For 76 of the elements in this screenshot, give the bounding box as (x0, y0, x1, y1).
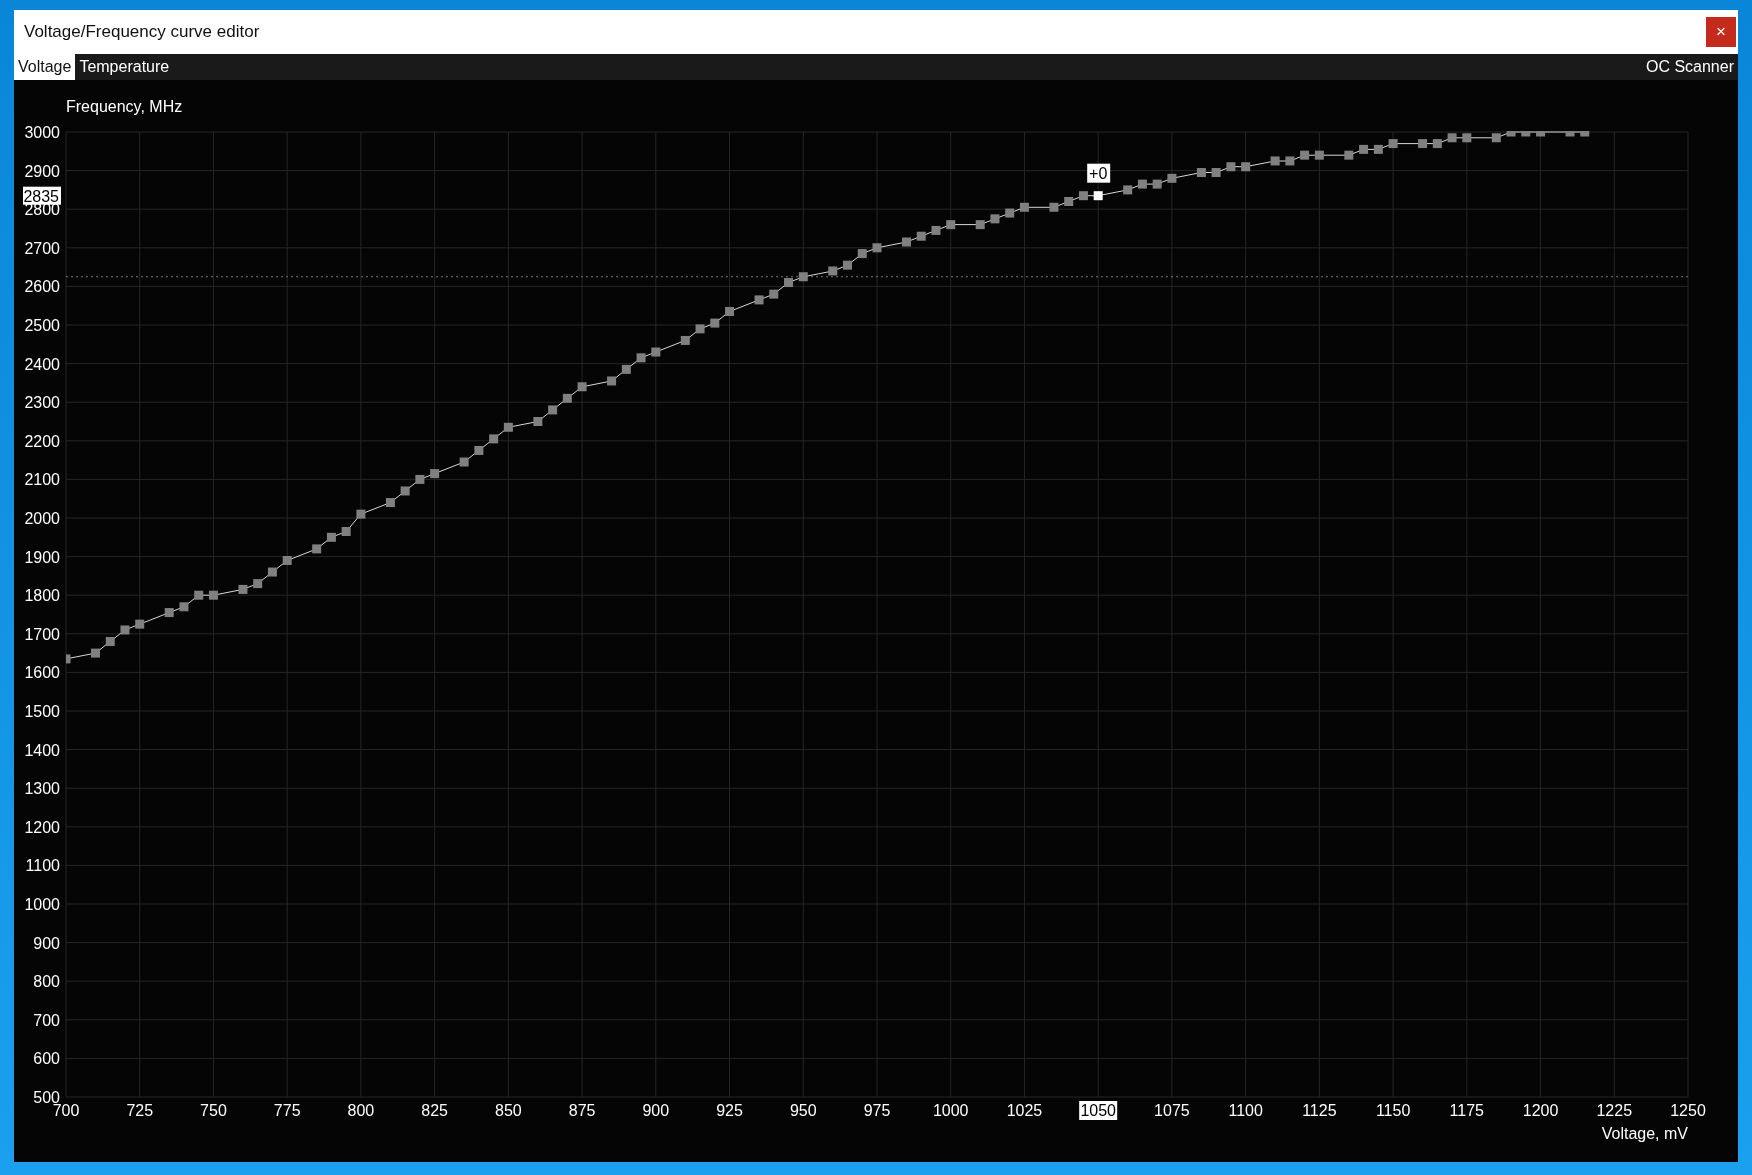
y-tick-label: 700 (33, 1011, 60, 1029)
y-tick-label: 1000 (24, 896, 60, 913)
x-tick-label: 1025 (1006, 1102, 1043, 1119)
x-tick-label: 1000 (932, 1102, 969, 1119)
window-title: Voltage/Frequency curve editor (24, 22, 260, 42)
y-tick-label: 1400 (24, 741, 60, 759)
x-tick-label: 800 (347, 1102, 375, 1119)
curve-point[interactable] (607, 376, 617, 386)
y-tick-label: 2600 (24, 278, 60, 296)
x-tick-label: 850 (495, 1102, 522, 1119)
x-tick-label: 1200 (1522, 1102, 1559, 1119)
x-tick-label: 725 (126, 1102, 154, 1119)
curve-point[interactable] (1432, 139, 1442, 149)
tab[interactable]: Voltage (14, 54, 76, 80)
y-tick-label: 800 (33, 973, 60, 991)
curve-point[interactable] (784, 278, 794, 288)
curve-point[interactable] (1536, 131, 1546, 137)
curve-point[interactable] (1196, 168, 1206, 178)
voltage-readout: 1050 (1079, 1101, 1118, 1120)
y-tick-label: 1600 (24, 664, 60, 682)
curve-point[interactable] (931, 225, 941, 235)
x-tick-label: 1225 (1596, 1102, 1633, 1119)
y-tick-label: 600 (33, 1050, 60, 1068)
close-button[interactable]: × (1706, 17, 1736, 47)
y-tick-label: 2500 (24, 317, 60, 334)
x-tick-label: 775 (273, 1102, 301, 1119)
x-tick-label: 825 (421, 1102, 448, 1119)
x-tick-label: 750 (200, 1102, 227, 1119)
y-tick-label: 1200 (24, 818, 60, 836)
y-tick-label: 3000 (24, 124, 60, 141)
curve-point[interactable] (164, 608, 174, 618)
y-tick-label: 1100 (25, 857, 60, 875)
y-tick-label: 1700 (24, 625, 60, 643)
y-tick-label: 1300 (24, 780, 60, 798)
curve-point[interactable] (385, 498, 395, 508)
y-tick-label: 1500 (24, 703, 60, 720)
x-axis-title: Voltage, mV (1601, 1125, 1688, 1142)
curve-point[interactable] (680, 335, 690, 345)
curve-point[interactable] (1418, 139, 1428, 149)
curve-point[interactable] (238, 584, 248, 594)
curve-point[interactable] (1093, 191, 1103, 201)
x-tick-label: 975 (863, 1102, 891, 1119)
curve-point[interactable] (1137, 179, 1147, 189)
curve-point[interactable] (208, 590, 218, 600)
x-tick-label: 900 (642, 1102, 670, 1119)
x-tick-label: 1250 (1670, 1102, 1706, 1119)
y-tick-label: 2700 (24, 239, 60, 257)
curve-point[interactable] (1019, 202, 1029, 212)
y-tick-label: 1900 (24, 548, 60, 566)
y-tick-label: 2900 (24, 162, 60, 180)
curve-point[interactable] (474, 445, 484, 455)
x-tick-label: 875 (568, 1102, 596, 1119)
x-tick-label: 1100 (1228, 1102, 1263, 1119)
y-tick-label: 2100 (24, 471, 60, 489)
x-tick-label: 925 (716, 1102, 743, 1119)
curve-point[interactable] (282, 555, 292, 565)
y-tick-label: 2000 (24, 510, 60, 527)
curve-point[interactable] (1078, 191, 1088, 201)
curve-point[interactable] (326, 532, 336, 542)
y-axis-title: Frequency, MHz (66, 98, 183, 115)
y-tick-label: 900 (33, 934, 60, 952)
x-tick-label: 1150 (1375, 1102, 1411, 1119)
curve-point[interactable] (267, 567, 277, 577)
y-tick-label: 1800 (24, 587, 60, 605)
curve-point[interactable] (1211, 168, 1221, 178)
x-tick-label: 1175 (1449, 1102, 1484, 1119)
curve-point[interactable] (725, 307, 735, 316)
x-tick-label: 1075 (1154, 1102, 1190, 1119)
offset-label: +0 (1087, 163, 1111, 183)
x-tick-label: 1125 (1302, 1102, 1337, 1119)
x-tick-label: 950 (789, 1102, 817, 1119)
y-tick-label: 2400 (24, 355, 60, 373)
y-tick-label: 2200 (24, 432, 60, 450)
curve-point[interactable] (1388, 139, 1398, 149)
frequency-readout: 2835 (23, 186, 61, 205)
y-tick-label: 2300 (24, 394, 60, 412)
